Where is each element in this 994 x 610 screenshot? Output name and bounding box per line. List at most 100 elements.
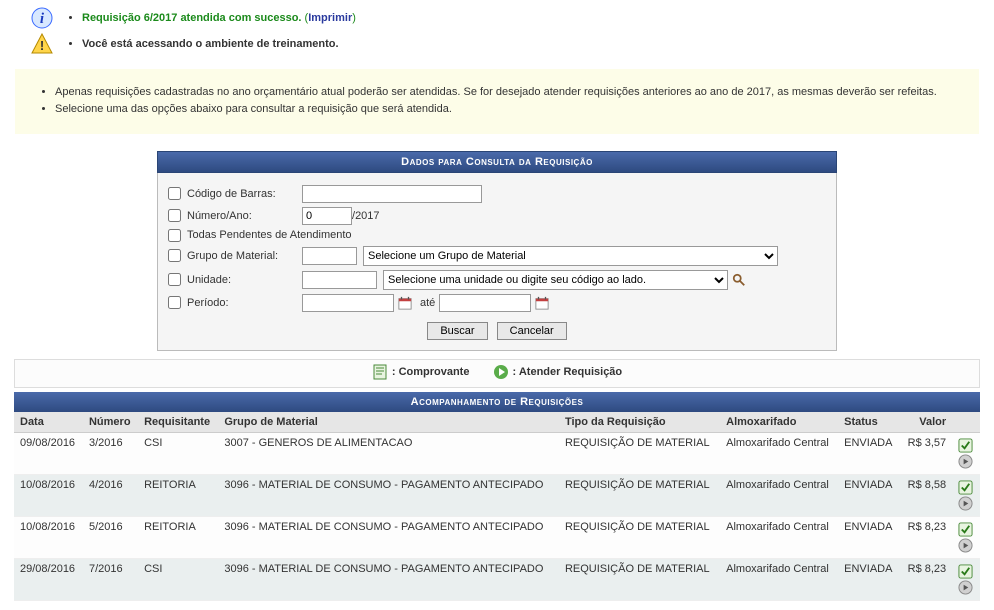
- td-grupo: 3096 - MATERIAL DE CONSUMO - PAGAMENTO A…: [218, 558, 559, 600]
- requisitions-table: Data Número Requisitante Grupo de Materi…: [14, 412, 980, 601]
- barcode-label: Código de Barras:: [187, 188, 302, 200]
- td-data: 10/08/2016: [14, 516, 83, 558]
- td-tipo: REQUISIÇÃO DE MATERIAL: [559, 516, 720, 558]
- td-valor: R$ 8,23: [900, 558, 952, 600]
- td-numero: 3/2016: [83, 432, 138, 474]
- td-actions: [952, 516, 980, 558]
- number-year-checkbox[interactable]: [168, 209, 181, 222]
- td-actions: [952, 474, 980, 516]
- info-line-2: Selecione uma das opções abaixo para con…: [55, 102, 957, 117]
- forward-icon: [493, 364, 509, 380]
- material-group-select[interactable]: Selecione um Grupo de Material: [363, 246, 778, 266]
- legend-bar: : Comprovante : Atender Requisição: [14, 359, 980, 388]
- comprovante-action-icon[interactable]: [958, 438, 973, 453]
- td-almox: Almoxarifado Central: [720, 558, 838, 600]
- td-actions: [952, 558, 980, 600]
- table-title: Acompanhamento de Requisições: [14, 392, 980, 412]
- search-form-panel: Dados para Consulta da Requisição Código…: [157, 151, 837, 351]
- material-group-row: Grupo de Material: Selecione um Grupo de…: [168, 246, 826, 266]
- calendar-to-icon[interactable]: [535, 296, 549, 310]
- table-row: 29/08/20167/2016CSI3096 - MATERIAL DE CO…: [14, 558, 980, 600]
- td-numero: 4/2016: [83, 474, 138, 516]
- form-body: Código de Barras: Número/Ano: /2017 Toda…: [157, 173, 837, 351]
- print-link[interactable]: Imprimir: [308, 12, 352, 24]
- table-row: 10/08/20164/2016REITORIA3096 - MATERIAL …: [14, 474, 980, 516]
- th-valor: Valor: [900, 412, 952, 433]
- td-status: ENVIADA: [838, 558, 900, 600]
- unit-row: Unidade: Selecione uma unidade ou digite…: [168, 270, 826, 290]
- th-requisitante: Requisitante: [138, 412, 218, 433]
- atender-action-icon[interactable]: [958, 496, 973, 511]
- barcode-checkbox[interactable]: [168, 187, 181, 200]
- td-status: ENVIADA: [838, 432, 900, 474]
- barcode-input[interactable]: [302, 185, 482, 203]
- td-almox: Almoxarifado Central: [720, 432, 838, 474]
- all-pending-checkbox[interactable]: [168, 229, 181, 242]
- legend-atender-text: : Atender Requisição: [513, 366, 623, 378]
- comprovante-action-icon[interactable]: [958, 564, 973, 579]
- atender-action-icon[interactable]: [958, 580, 973, 595]
- td-valor: R$ 8,23: [900, 516, 952, 558]
- td-status: ENVIADA: [838, 474, 900, 516]
- legend-comprovante: : Comprovante: [372, 364, 470, 380]
- comprovante-action-icon[interactable]: [958, 480, 973, 495]
- unit-select[interactable]: Selecione uma unidade ou digite seu códi…: [383, 270, 728, 290]
- cancel-button[interactable]: Cancelar: [497, 322, 567, 340]
- th-actions: [952, 412, 980, 433]
- td-status: ENVIADA: [838, 516, 900, 558]
- form-title: Dados para Consulta da Requisição: [157, 151, 837, 173]
- atender-action-icon[interactable]: [958, 538, 973, 553]
- material-group-code-input[interactable]: [302, 247, 357, 265]
- paren-close: ): [352, 12, 356, 24]
- period-row: Período: até: [168, 294, 826, 312]
- period-checkbox[interactable]: [168, 296, 181, 309]
- period-label: Período:: [187, 297, 302, 309]
- warning-icon: !: [30, 32, 54, 56]
- td-tipo: REQUISIÇÃO DE MATERIAL: [559, 432, 720, 474]
- info-box: Apenas requisições cadastradas no ano or…: [14, 68, 980, 135]
- td-data: 09/08/2016: [14, 432, 83, 474]
- td-tipo: REQUISIÇÃO DE MATERIAL: [559, 558, 720, 600]
- th-status: Status: [838, 412, 900, 433]
- td-tipo: REQUISIÇÃO DE MATERIAL: [559, 474, 720, 516]
- td-valor: R$ 3,57: [900, 432, 952, 474]
- legend-comprovante-text: : Comprovante: [392, 366, 470, 378]
- period-separator: até: [420, 297, 435, 309]
- td-grupo: 3096 - MATERIAL DE CONSUMO - PAGAMENTO A…: [218, 474, 559, 516]
- search-button[interactable]: Buscar: [427, 322, 487, 340]
- comprovante-action-icon[interactable]: [958, 522, 973, 537]
- th-tipo: Tipo da Requisição: [559, 412, 720, 433]
- unit-label: Unidade:: [187, 274, 302, 286]
- td-requisitante: CSI: [138, 558, 218, 600]
- atender-action-icon[interactable]: [958, 454, 973, 469]
- magnifier-icon[interactable]: [732, 273, 746, 287]
- unit-code-input[interactable]: [302, 271, 377, 289]
- td-numero: 7/2016: [83, 558, 138, 600]
- info-line-1: Apenas requisições cadastradas no ano or…: [55, 85, 957, 100]
- period-to-input[interactable]: [439, 294, 531, 312]
- legend-atender: : Atender Requisição: [493, 364, 623, 380]
- td-almox: Almoxarifado Central: [720, 516, 838, 558]
- th-almox: Almoxarifado: [720, 412, 838, 433]
- calendar-from-icon[interactable]: [398, 296, 412, 310]
- td-grupo: 3007 - GENEROS DE ALIMENTACAO: [218, 432, 559, 474]
- year-text: 2017: [355, 210, 379, 222]
- period-from-input[interactable]: [302, 294, 394, 312]
- table-row: 09/08/20163/2016CSI3007 - GENEROS DE ALI…: [14, 432, 980, 474]
- th-numero: Número: [83, 412, 138, 433]
- td-actions: [952, 432, 980, 474]
- material-group-label: Grupo de Material:: [187, 250, 302, 262]
- material-group-checkbox[interactable]: [168, 249, 181, 262]
- all-pending-row: Todas Pendentes de Atendimento: [168, 229, 826, 242]
- unit-checkbox[interactable]: [168, 273, 181, 286]
- messages-area: i Requisição 6/2017 atendida com sucesso…: [0, 0, 994, 62]
- th-grupo: Grupo de Material: [218, 412, 559, 433]
- svg-text:!: !: [40, 38, 44, 53]
- number-input[interactable]: [302, 207, 352, 225]
- td-valor: R$ 8,58: [900, 474, 952, 516]
- td-almox: Almoxarifado Central: [720, 474, 838, 516]
- info-icon: i: [30, 6, 54, 30]
- number-year-row: Número/Ano: /2017: [168, 207, 826, 225]
- td-data: 10/08/2016: [14, 474, 83, 516]
- td-grupo: 3096 - MATERIAL DE CONSUMO - PAGAMENTO A…: [218, 516, 559, 558]
